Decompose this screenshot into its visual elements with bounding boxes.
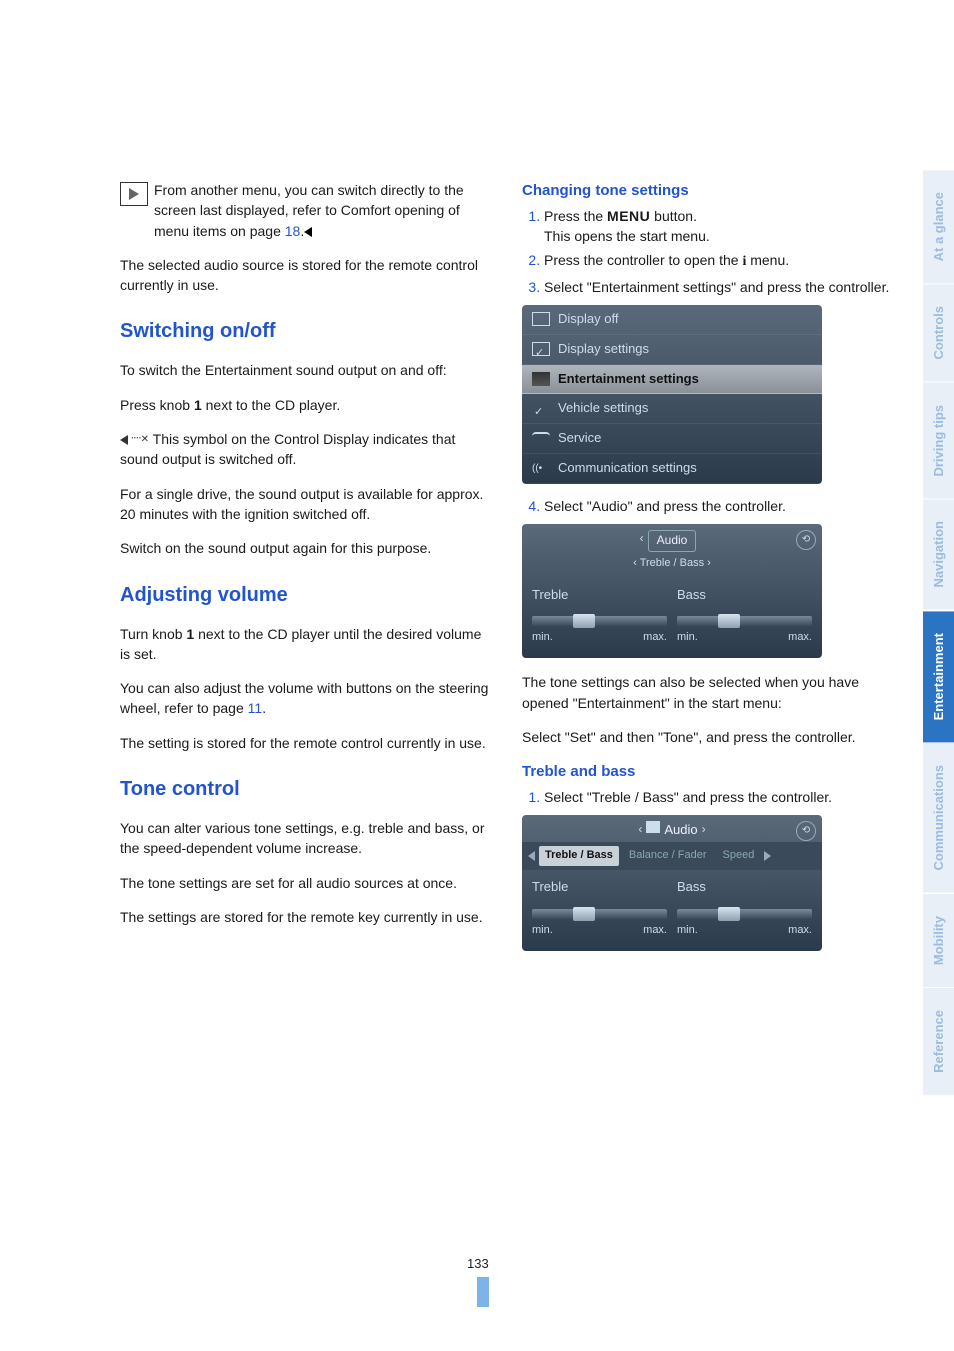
menu-item-display-settings[interactable]: Display settings	[522, 335, 822, 365]
bass-label: Bass	[677, 586, 812, 605]
side-tab-controls[interactable]: Controls	[923, 284, 954, 382]
side-tab-entertainment[interactable]: Entertainment	[923, 611, 954, 743]
menu-item-service[interactable]: Service	[522, 424, 822, 454]
adjusting-stored: The setting is stored for the remote con…	[120, 733, 492, 753]
heading-switching: Switching on/off	[120, 317, 492, 346]
page-marker	[477, 1277, 489, 1307]
tip-callout: From another menu, you can switch direct…	[120, 180, 492, 241]
treble-label-2: Treble	[532, 878, 667, 897]
tone-alt-path-2: Select "Set" and then "Tone", and press …	[522, 727, 894, 747]
switching-press-knob: Press knob 1 next to the CD player.	[120, 395, 492, 415]
tone-intro: You can alter various tone settings, e.g…	[120, 818, 492, 859]
mute-icon: ᠁✕	[120, 433, 149, 448]
end-marker-icon	[304, 227, 312, 237]
adjusting-turn-knob: Turn knob 1 next to the CD player until …	[120, 624, 492, 665]
bass-slider[interactable]: Bass min.max.	[677, 586, 812, 647]
tip-text: From another menu, you can switch direct…	[154, 180, 492, 241]
step-4: Select "Audio" and press the controller.	[544, 496, 894, 516]
menu-label: Communication settings	[558, 459, 697, 478]
speaker-icon	[646, 821, 660, 833]
square-icon	[532, 312, 550, 326]
tab-speed[interactable]: Speed	[717, 846, 761, 866]
heading-tone-control: Tone control	[120, 775, 492, 804]
tb-step-1: Select "Treble / Bass" and press the con…	[544, 787, 894, 807]
tab-balance-fader[interactable]: Balance / Fader	[623, 846, 713, 866]
screenshot-settings-menu: Display off Display settings Entertainme…	[522, 305, 822, 484]
antenna-icon: ((•	[532, 462, 550, 476]
tab-treble-bass[interactable]: Treble / Bass	[539, 846, 619, 866]
changing-tone-steps-cont: Select "Audio" and press the controller.	[522, 496, 894, 516]
chevron-right-icon[interactable]	[764, 851, 771, 861]
page-link-18[interactable]: 18	[285, 223, 301, 239]
page-link-11[interactable]: 11	[248, 700, 263, 716]
switching-intro: To switch the Entertainment sound output…	[120, 360, 492, 380]
side-tab-mobility[interactable]: Mobility	[923, 894, 954, 988]
audio-source-note: The selected audio source is stored for …	[120, 255, 492, 296]
treble-bass-steps: Select "Treble / Bass" and press the con…	[522, 787, 894, 807]
side-tab-reference[interactable]: Reference	[923, 988, 954, 1096]
side-tab-at-a-glance[interactable]: At a glance	[923, 170, 954, 284]
menu-button-label: MENU	[607, 208, 650, 224]
menu-label: Vehicle settings	[558, 399, 648, 418]
left-column: From another menu, you can switch direct…	[120, 180, 492, 1291]
tone-alt-path-1: The tone settings can also be selected w…	[522, 672, 894, 713]
treble-slider[interactable]: Treble min.max.	[532, 586, 667, 647]
menu-item-display-off[interactable]: Display off	[522, 305, 822, 335]
screenshot-tone-tabs: ‹ Audio › ⟲ Treble / Bass Balance / Fade…	[522, 815, 822, 951]
side-tab-navigation[interactable]: Navigation	[923, 499, 954, 610]
menu-item-entertainment-settings[interactable]: Entertainment settings	[522, 365, 822, 395]
menu-label: Display settings	[558, 340, 649, 359]
step-3: Select "Entertainment settings" and pres…	[544, 277, 894, 297]
service-icon	[532, 432, 550, 446]
treble-label: Treble	[532, 586, 667, 605]
switching-reenable: Switch on the sound output again for thi…	[120, 538, 492, 558]
car-icon	[532, 402, 550, 416]
speaker-icon	[532, 372, 550, 386]
switching-duration: For a single drive, the sound output is …	[120, 484, 492, 525]
tone-tab-row: Treble / Bass Balance / Fader Speed	[522, 842, 822, 870]
adjusting-steering: You can also adjust the volume with butt…	[120, 678, 492, 719]
audio-tab[interactable]: Audio	[648, 530, 697, 551]
heading-adjusting-volume: Adjusting volume	[120, 581, 492, 610]
chevron-left-icon[interactable]	[528, 851, 535, 861]
screenshot-audio-sliders: ‹ Audio › ⟲ ‹ Treble / Bass › Treble min…	[522, 524, 822, 658]
breadcrumb-audio: Audio	[664, 821, 697, 840]
audio-subtab: ‹ Treble / Bass ›	[522, 554, 822, 578]
tone-all-sources: The tone settings are set for all audio …	[120, 873, 492, 893]
heading-changing-tone: Changing tone settings	[522, 180, 894, 202]
step-1: Press the MENU button. This opens the st…	[544, 206, 894, 247]
menu-item-vehicle-settings[interactable]: Vehicle settings	[522, 394, 822, 424]
menu-label: Service	[558, 429, 601, 448]
knob-number: 1	[194, 397, 202, 413]
changing-tone-steps: Press the MENU button. This opens the st…	[522, 206, 894, 297]
section-tabs: At a glance Controls Driving tips Naviga…	[923, 170, 954, 1096]
page-number: 133	[467, 1256, 489, 1271]
treble-slider-2[interactable]: Treble min.max.	[532, 878, 667, 939]
tone-stored: The settings are stored for the remote k…	[120, 907, 492, 927]
side-tab-communications[interactable]: Communications	[923, 743, 954, 893]
mute-symbol-line: ᠁✕ This symbol on the Control Display in…	[120, 429, 492, 470]
step-1-sub: This opens the start menu.	[544, 228, 710, 244]
bass-label-2: Bass	[677, 878, 812, 897]
heading-treble-bass: Treble and bass	[522, 761, 894, 783]
step-2: Press the controller to open the i menu.	[544, 250, 894, 272]
menu-label: Entertainment settings	[558, 370, 699, 389]
bass-slider-2[interactable]: Bass min.max.	[677, 878, 812, 939]
menu-item-communication-settings[interactable]: ((• Communication settings	[522, 454, 822, 484]
tip-icon	[120, 182, 148, 206]
side-tab-driving-tips[interactable]: Driving tips	[923, 383, 954, 500]
right-column: Changing tone settings Press the MENU bu…	[522, 180, 894, 1291]
menu-label: Display off	[558, 310, 618, 329]
checkbox-icon	[532, 342, 550, 356]
